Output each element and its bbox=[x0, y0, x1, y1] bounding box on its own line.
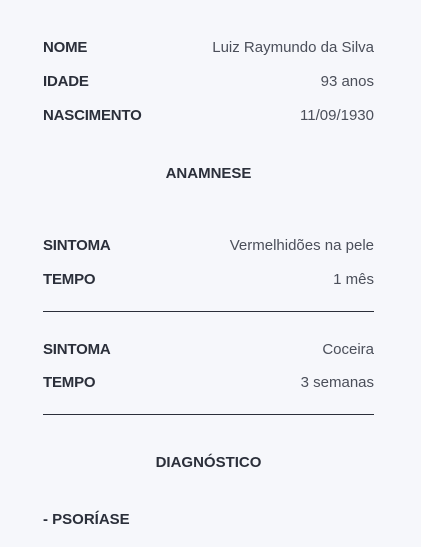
name-label: NOME bbox=[43, 39, 88, 56]
birth-value: 11/09/1930 bbox=[300, 107, 374, 124]
time-value: 3 semanas bbox=[300, 374, 374, 391]
patient-age-row: IDADE 93 anos bbox=[43, 72, 374, 92]
time-label: TEMPO bbox=[43, 374, 96, 391]
section-divider bbox=[43, 414, 374, 415]
time-row: TEMPO 1 mês bbox=[43, 270, 374, 290]
birth-label: NASCIMENTO bbox=[43, 107, 142, 124]
symptom-label: SINTOMA bbox=[43, 341, 111, 358]
name-value: Luiz Raymundo da Silva bbox=[212, 39, 374, 56]
symptom-row: SINTOMA Vermelhidões na pele bbox=[43, 236, 374, 256]
symptom-label: SINTOMA bbox=[43, 237, 111, 254]
symptom-value: Vermelhidões na pele bbox=[229, 237, 374, 254]
patient-birth-row: NASCIMENTO 11/09/1930 bbox=[43, 106, 374, 126]
age-label: IDADE bbox=[43, 73, 89, 90]
patient-record: NOME Luiz Raymundo da Silva IDADE 93 ano… bbox=[0, 0, 421, 547]
symptom-value: Coceira bbox=[322, 341, 374, 358]
time-label: TEMPO bbox=[43, 271, 96, 288]
symptom-row: SINTOMA Coceira bbox=[43, 340, 374, 360]
diagnosis-item: - PSORÍASE bbox=[43, 511, 130, 528]
diagnostico-title: DIAGNÓSTICO bbox=[155, 454, 262, 471]
time-value: 1 mês bbox=[333, 271, 374, 288]
age-value: 93 anos bbox=[320, 73, 374, 90]
section-divider bbox=[43, 311, 374, 312]
anamnese-title: ANAMNESE bbox=[165, 165, 252, 182]
patient-name-row: NOME Luiz Raymundo da Silva bbox=[43, 38, 374, 58]
time-row: TEMPO 3 semanas bbox=[43, 373, 374, 393]
